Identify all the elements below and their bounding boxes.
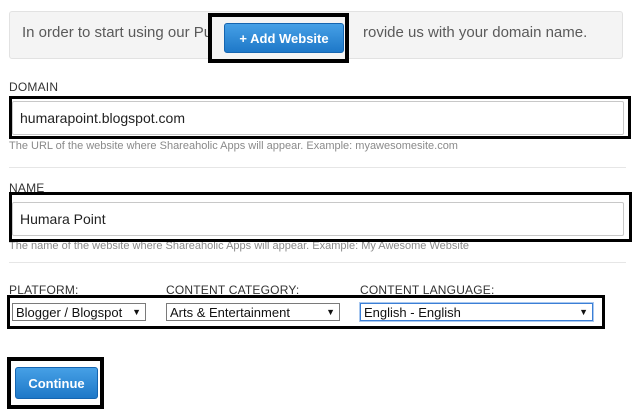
platform-select-value: Blogger / Blogspot [16, 304, 123, 320]
continue-button[interactable]: Continue [15, 367, 98, 399]
divider [9, 167, 626, 168]
domain-hint: The URL of the website where Shareaholic… [9, 140, 458, 152]
banner-text: In order to start using our Pu rovide us… [22, 24, 587, 41]
banner-text-right: rovide us with your domain name. [363, 24, 588, 41]
content-category-select[interactable]: Arts & Entertainment ▼ [166, 303, 340, 321]
domain-input[interactable]: humarapoint.blogspot.com [12, 101, 624, 135]
continue-highlight: Continue [7, 357, 104, 409]
chevron-down-icon: ▼ [132, 307, 141, 317]
chevron-down-icon: ▼ [326, 307, 335, 317]
divider [9, 262, 626, 263]
name-input[interactable]: Humara Point [12, 202, 624, 236]
domain-label: DOMAIN [9, 80, 59, 94]
add-website-highlight: + Add Website [208, 13, 349, 63]
content-language-select[interactable]: English - English ▼ [360, 303, 593, 321]
content-category-select-value: Arts & Entertainment [170, 304, 290, 320]
chevron-down-icon: ▼ [579, 307, 588, 317]
add-website-button[interactable]: + Add Website [224, 23, 344, 53]
banner-text-left: In order to start using our Pu [22, 24, 213, 41]
platform-select[interactable]: Blogger / Blogspot ▼ [12, 303, 146, 321]
content-language-select-value: English - English [364, 304, 461, 320]
